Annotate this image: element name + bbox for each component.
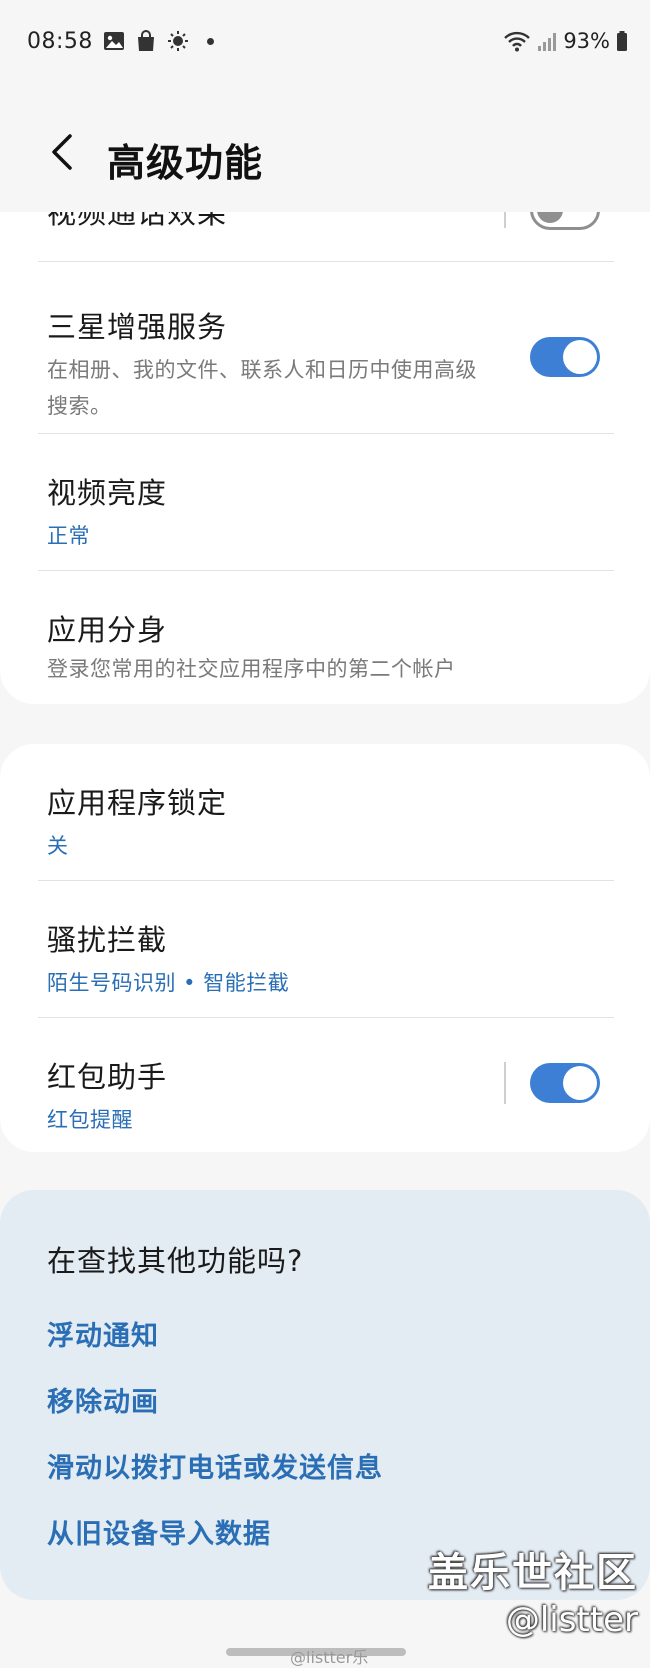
list-item-red-packet-assistant[interactable]: 红包助手 红包提醒 <box>0 1018 650 1152</box>
suggestion-link-remove-animations[interactable]: 移除动画 <box>47 1380 159 1419</box>
back-button[interactable] <box>38 130 86 178</box>
row-subtitle: 登录您常用的社交应用程序中的第二个帐户 <box>47 657 456 681</box>
brightness-icon <box>167 30 189 52</box>
video-call-effects-toggle[interactable] <box>530 212 600 230</box>
notification-dot-icon <box>206 37 214 45</box>
signal-icon <box>537 30 557 52</box>
row-title: 红包助手 <box>47 1060 168 1094</box>
watermark-small: @listter乐 <box>290 1648 369 1667</box>
list-item-video-brightness[interactable]: 视频亮度 正常 <box>0 434 650 570</box>
row-value: 陌生号码识别 • 智能拦截 <box>47 971 290 995</box>
suggestion-link-floating-notifications[interactable]: 浮动通知 <box>47 1314 159 1353</box>
row-title: 骚扰拦截 <box>47 923 168 957</box>
status-right: 93% <box>503 26 628 56</box>
wifi-icon <box>503 30 531 52</box>
row-value: 红包提醒 <box>47 1108 133 1132</box>
battery-icon <box>616 30 628 52</box>
suggestions-card: 在查找其他功能吗? 浮动通知 移除动画 滑动以拨打电话或发送信息 从旧设备导入数… <box>0 1190 650 1600</box>
row-title: 应用程序锁定 <box>47 786 228 820</box>
suggestion-link-import-data[interactable]: 从旧设备导入数据 <box>47 1512 271 1551</box>
row-title: 视频亮度 <box>47 476 168 510</box>
status-left: 08:58 <box>27 26 214 56</box>
image-icon <box>103 30 125 52</box>
status-bar: 08:58 93% <box>0 0 650 82</box>
divider-vertical <box>504 212 506 228</box>
row-title: 视频通话效果 <box>47 212 228 230</box>
settings-card-2: 应用程序锁定 关 骚扰拦截 陌生号码识别 • 智能拦截 红包助手 红包提醒 <box>0 744 650 1152</box>
watermark-brand: 盖乐世社区 <box>428 1550 638 1596</box>
samsung-enhanced-services-toggle[interactable] <box>530 337 600 377</box>
settings-card-1: 视频通话效果 三星增强服务 在相册、我的文件、联系人和日历中使用高级搜索。 视频… <box>0 212 650 704</box>
list-item-dual-messenger[interactable]: 应用分身 登录您常用的社交应用程序中的第二个帐户 <box>0 571 650 703</box>
watermark-handle: @listter <box>505 1600 638 1640</box>
shopping-bag-icon <box>135 30 157 52</box>
header: 高级功能 <box>0 118 650 198</box>
chevron-left-icon <box>48 132 76 176</box>
row-title: 三星增强服务 <box>47 310 228 344</box>
suggestions-title: 在查找其他功能吗? <box>47 1244 304 1278</box>
list-item-video-call-effects[interactable]: 视频通话效果 <box>0 212 650 260</box>
status-time: 08:58 <box>27 28 93 54</box>
row-subtitle: 在相册、我的文件、联系人和日历中使用高级搜索。 <box>47 358 477 418</box>
list-item-samsung-enhanced-services[interactable]: 三星增强服务 在相册、我的文件、联系人和日历中使用高级搜索。 <box>0 262 650 434</box>
list-item-harassment-blocking[interactable]: 骚扰拦截 陌生号码识别 • 智能拦截 <box>0 881 650 1017</box>
red-packet-assistant-toggle[interactable] <box>530 1063 600 1103</box>
list-item-app-lock[interactable]: 应用程序锁定 关 <box>0 744 650 880</box>
row-title: 应用分身 <box>47 613 168 647</box>
row-value: 正常 <box>47 524 90 548</box>
battery-percent: 93% <box>563 29 610 53</box>
row-value: 关 <box>47 834 69 858</box>
suggestion-link-swipe-to-call[interactable]: 滑动以拨打电话或发送信息 <box>47 1446 383 1485</box>
divider-vertical <box>504 1062 506 1104</box>
page-title: 高级功能 <box>107 141 264 185</box>
